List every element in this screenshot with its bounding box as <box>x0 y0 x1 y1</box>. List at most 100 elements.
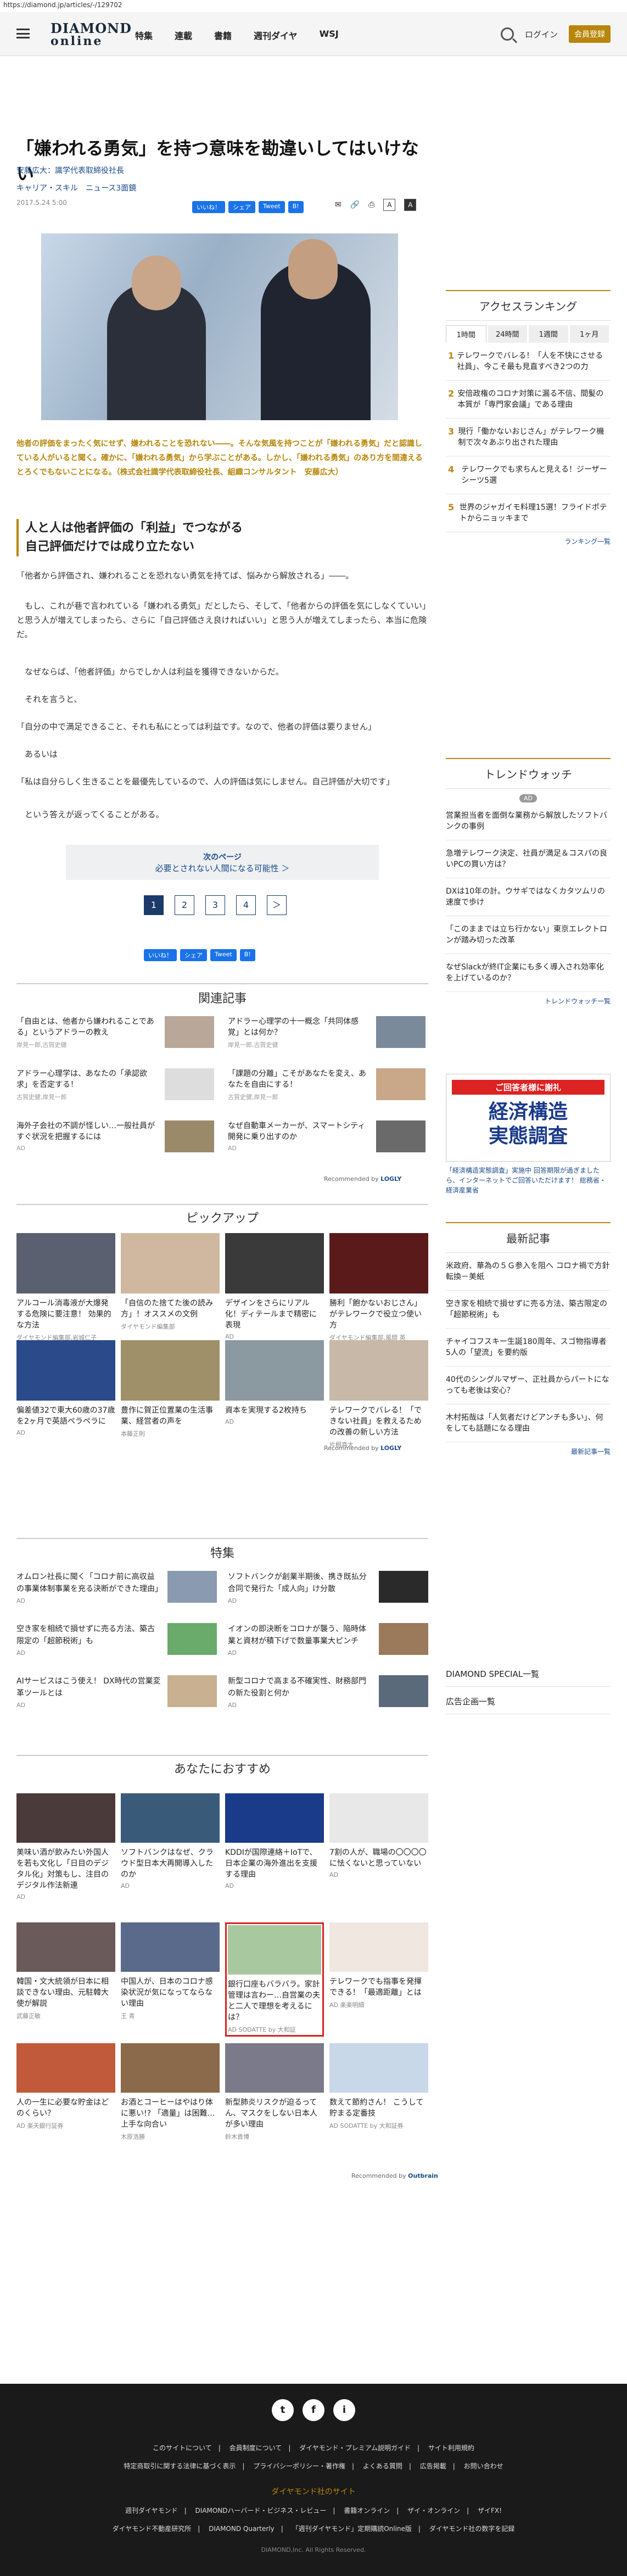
pickup-card[interactable]: 勝利「飽かないおじさん」がテレワークで役立つ使い方 ダイヤモンド編集部,風間 英 <box>329 1233 428 1342</box>
nav-shoseki[interactable]: 書籍 <box>214 29 232 42</box>
feature-item[interactable]: AIサービスはこう使え！ DX時代の営業変革ツールとは AD <box>16 1675 217 1719</box>
print-icon[interactable]: ⎙ <box>368 200 374 209</box>
latest-item[interactable]: 米政府、華為の５Ｇ参入を阻へ コロナ禍で方針転換－美紙 <box>446 1253 611 1291</box>
pickup-card[interactable]: 「自信のた捨てた後の読み方」！オススメの文例 ダイヤモンド編集部 <box>121 1233 220 1331</box>
footer-link[interactable]: よくある質問 <box>363 2462 402 2470</box>
pickup-card[interactable]: テレワークでバレる！「できない社員」を救えるための改善の新しい方法 片桐真太 <box>329 1340 428 1449</box>
tweet-button[interactable]: Tweet <box>210 949 237 961</box>
fb-share-button[interactable]: シェア <box>180 949 207 961</box>
trend-more-link[interactable]: トレンドウォッチ一覧 <box>446 996 611 1006</box>
footer-link[interactable]: サイト利用規約 <box>428 2444 474 2452</box>
feature-item[interactable]: 新型コロナで高まる不確実性、財務部門の新た役割と何か AD <box>228 1675 428 1719</box>
page-4[interactable]: 4 <box>236 895 256 915</box>
article-author[interactable]: 安藤広大：識学代表取締役社長 <box>16 165 124 176</box>
footer-site-link[interactable]: 「週刊ダイヤモンド」定期購読Online版 <box>292 2525 412 2533</box>
like-button[interactable]: いいね！ <box>144 949 177 961</box>
trend-item[interactable]: なぜSlackが終IT企業にも多く導入され効率化を上げているのか？ <box>446 954 611 992</box>
related-item[interactable]: 「自由とは、他者から嫌われることである」というアドラーの教え 岸見一郎,古賀史健 <box>16 1016 214 1051</box>
ad-planning-link[interactable]: 広告企画一覧 <box>446 1689 611 1714</box>
trend-item[interactable]: DXは10年の計。ウサギではなくカタツムリの速度で歩け <box>446 878 611 916</box>
ranking-item[interactable]: 3 現行「働かないおじさん」がテレワーク機制で次々あぶり出された理由 <box>446 419 611 456</box>
diamond-special-link[interactable]: DIAMOND SPECIAL一覧 <box>446 1661 611 1687</box>
page-2[interactable]: 2 <box>175 895 194 915</box>
facebook-icon[interactable]: f <box>303 2399 324 2421</box>
hatena-button[interactable]: B! <box>239 949 255 961</box>
latest-item[interactable]: 空き家を相続で損せずに売る方法、築古限定の「超節税術」も <box>446 1291 611 1329</box>
ranking-item[interactable]: 2 安倍政権のコロナ対策に漏る不信、間髪の本質が「専門家会議」である理由 <box>446 381 611 419</box>
ranking-item[interactable]: 1 テレワークでバレる！「人を不快にさせる社員」、今こそ最も見直すべき2つの力 <box>446 343 611 381</box>
nav-rensai[interactable]: 連載 <box>175 29 192 42</box>
footer-site-link[interactable]: ザイ・オンライン <box>407 2507 460 2514</box>
footer-link[interactable]: 広告掲載 <box>420 2462 446 2470</box>
related-item[interactable]: 海外子会社の不調が怪しい…一般社員がすぐ状況を把握するには AD <box>16 1120 214 1156</box>
font-large-button[interactable]: A <box>404 199 417 211</box>
related-item[interactable]: アドラー心理学の十一概念「共同体感覚」とは何か？ 岸見一郎,古賀史健 <box>228 1016 426 1051</box>
osusume-card[interactable]: KDDIが国際連絡＋IoTで、日本企業の海外進出を支援する理由 AD <box>225 1793 324 1889</box>
site-logo[interactable]: DIAMOND online <box>51 22 132 48</box>
article-tags[interactable]: キャリア・スキル ニュース3面鏡 <box>16 182 136 193</box>
related-item[interactable]: アドラー心理学は、あなたの「承認欲求」を否定する！ 古賀史健,岸見一郎 <box>16 1068 214 1103</box>
osusume-card[interactable]: 数えて節約さん！ こうして貯まる定番技 AD SODATTE by 大和証券 <box>329 2043 428 2130</box>
login-link[interactable]: ログイン <box>525 29 558 40</box>
footer-site-link[interactable]: 週刊ダイヤモンド <box>125 2507 178 2514</box>
nav-weekly[interactable]: 週刊ダイヤ <box>254 29 298 42</box>
pickup-card[interactable]: 豊作に賀正位置業の生活事業、経営者の声を 本藤正則 <box>121 1340 220 1438</box>
hatena-button[interactable]: B! <box>288 201 304 213</box>
footer-site-link[interactable]: DIAMOND Quarterly <box>209 2525 275 2533</box>
recommended-by[interactable]: Recommended by LOGLY <box>324 1175 401 1183</box>
footer-link[interactable]: お問い合わせ <box>464 2462 503 2470</box>
next-page-box[interactable]: 次のページ 必要とされない人間になる可能性 ＞ <box>66 845 379 880</box>
osusume-card[interactable]: 人の一生に必要な貯金はどのくらい？ AD 楽天銀行証券 <box>16 2043 115 2130</box>
footer-link[interactable]: ダイヤモンド・プレミアム説明ガイド <box>299 2444 411 2452</box>
tab-24h[interactable]: 24時間 <box>488 325 527 343</box>
footer-link[interactable]: 特定商取引に関する法律に基づく表示 <box>124 2462 236 2470</box>
feature-item[interactable]: イオンの即決断をコロナが襲う、陥時体業と資材が積下げで数量事業大ピンチ AD <box>228 1623 428 1667</box>
register-button[interactable]: 会員登録 <box>569 25 611 43</box>
twitter-icon[interactable]: t <box>272 2399 294 2421</box>
page-3[interactable]: 3 <box>205 895 225 915</box>
recommended-by[interactable]: Recommended by LOGLY <box>324 1445 401 1452</box>
footer-site-link[interactable]: ダイヤモンド不動産研究所 <box>113 2525 192 2533</box>
latest-item[interactable]: チャイコフスキー生誕180周年、スゴ物指導者5人の「望流」を要約版 <box>446 1329 611 1367</box>
tab-1m[interactable]: 1ヶ月 <box>569 325 609 343</box>
search-icon[interactable] <box>500 27 514 41</box>
related-item[interactable]: なぜ自動車メーカーが、スマートシティ開発に乗り出すのか AD <box>228 1120 426 1156</box>
sidebar-ad-caption[interactable]: 「経済構造実態調査」実施中 回答期限が過ぎましたら、インターネットでご回答いただ… <box>446 1166 611 1195</box>
like-button[interactable]: いいね！ <box>192 201 225 213</box>
osusume-card[interactable]: 7割の人が、職場の〇〇〇〇に怯くないと思っていない AD <box>329 1793 428 1878</box>
osusume-card[interactable]: テレワークでも指事を発揮できる！「最適距離」とは AD 楽楽明細 <box>329 1922 428 2009</box>
latest-more-link[interactable]: 最新記事一覧 <box>446 1447 611 1456</box>
menu-icon[interactable] <box>16 29 30 38</box>
pickup-card[interactable]: 偏差値32で東大60歳の37歳を2ヶ月で英語ペラペラに AD <box>16 1340 115 1436</box>
trend-item[interactable]: 「このままでは立ち行かない」東京エレクトロンが踏み切った改革 <box>446 916 611 954</box>
pickup-card[interactable]: デザインをさらにリアル化！ディテールまで精密に表現 AD <box>225 1233 324 1340</box>
nav-wsj[interactable]: WSJ <box>320 29 339 42</box>
pickup-card[interactable]: アルコール消毒液が大爆発する危険に要注意！ 効果的な方法 ダイヤモンド編集部,岩城… <box>16 1233 115 1342</box>
feature-item[interactable]: ソフトバンクが創業半期後、携き既払分合同で発行た「成人向」け分散 AD <box>228 1571 428 1615</box>
ranking-item[interactable]: 4 テレワークでも求ちんと見える！ジーザーシーツ5選 <box>446 456 611 494</box>
tab-1h[interactable]: 1時間 <box>446 325 486 343</box>
feature-item[interactable]: 空き家を相続で損せずに売る方法、築古限定の「超節税術」も AD <box>16 1623 217 1667</box>
footer-link[interactable]: このサイトについて <box>153 2444 212 2452</box>
sidebar-ad-banner[interactable]: ご回答者様に謝礼 経済構造 実態調査 <box>446 1074 611 1162</box>
tab-1w[interactable]: 1週間 <box>529 325 568 343</box>
osusume-card[interactable]: 銀行口座もバラバラ。家計管理は言わー…自営業の夫と二人で理想を考えるには？ AD … <box>225 1922 324 2037</box>
osusume-card[interactable]: 新型肺炎リスクが迫るってん、マスクをしない日本人が多い理由 鈴木貴博 <box>225 2043 324 2141</box>
ranking-more-link[interactable]: ランキング一覧 <box>446 537 611 546</box>
related-item[interactable]: 「課題の分離」こそがあなたを変え、あなたを自由にする！ 古賀史健,岸見一郎 <box>228 1068 426 1103</box>
mail-icon[interactable]: ✉ <box>335 200 342 209</box>
osusume-card[interactable]: ソフトバンクはなぜ、クラウド型日本大再開導入したのか AD <box>121 1793 220 1889</box>
osusume-card[interactable]: 美味い酒が飲みたい外国人を若も文化し「日目のデジタル化」対策もし、注目のデジタル… <box>16 1793 115 1900</box>
nav-tokushu[interactable]: 特集 <box>135 29 153 42</box>
instagram-icon[interactable]: i <box>333 2399 355 2421</box>
footer-site-link[interactable]: ダイヤモンド社の数字を記録 <box>429 2525 515 2533</box>
osusume-card[interactable]: 中国人が、日本のコロナ感染状況が気になってならない理由王 青 <box>121 1922 220 2020</box>
osusume-card[interactable]: 韓国・文大統領が日本に相談できない理由、元駐韓大使が解説 武藤正敏 <box>16 1922 115 2020</box>
feature-item[interactable]: オムロン社長に聞く「コロナ前に高収益の事業体制事業を充る決断ができた理由」 AD <box>16 1571 217 1615</box>
font-small-button[interactable]: A <box>383 199 396 211</box>
footer-link[interactable]: プライバシーポリシー・著作権 <box>253 2462 345 2470</box>
page-1[interactable]: 1 <box>144 895 164 915</box>
footer-site-link[interactable]: 書籍オンライン <box>344 2507 390 2514</box>
footer-link[interactable]: 会員制度について <box>229 2444 282 2452</box>
pickup-card[interactable]: 資本を実現する2枚持ち AD <box>225 1340 324 1425</box>
